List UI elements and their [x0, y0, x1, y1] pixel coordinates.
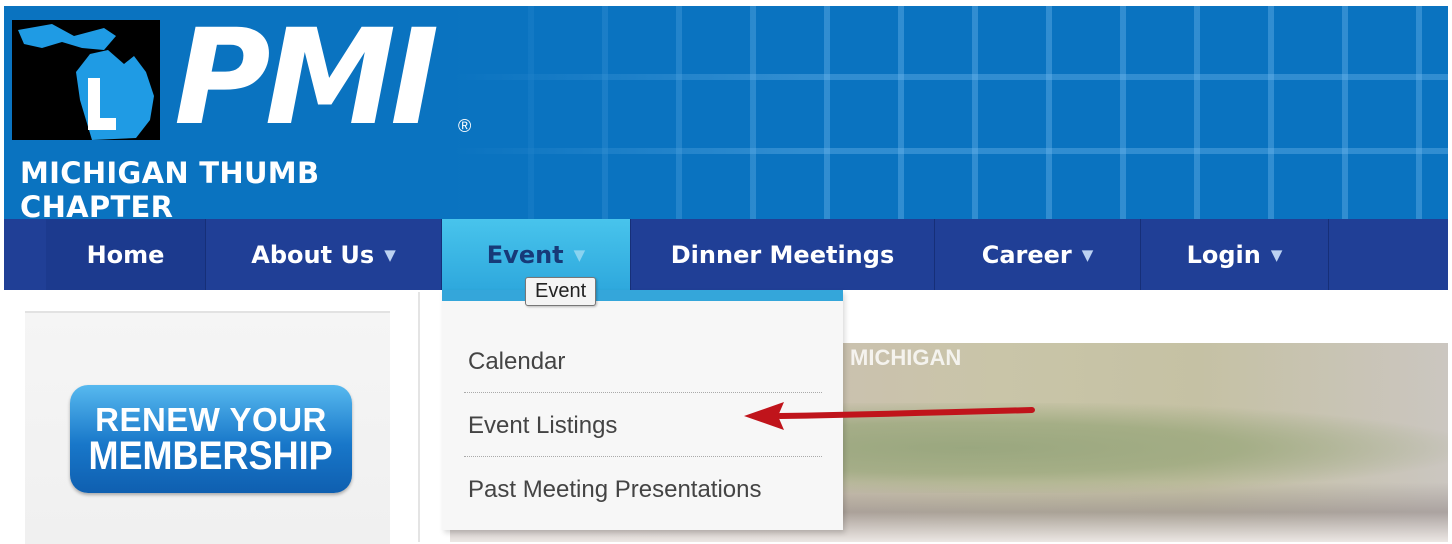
column-divider: [418, 292, 420, 542]
nav-career-label: Career: [981, 240, 1072, 269]
menu-item-past-meeting-presentations[interactable]: Past Meeting Presentations: [464, 459, 822, 521]
nav-about-us[interactable]: About Us ▼: [206, 219, 442, 290]
pmi-logo[interactable]: PMI ® MICHIGAN THUMB CHAPTER: [12, 6, 482, 219]
chevron-down-icon: ▼: [1270, 245, 1283, 264]
renew-membership-button[interactable]: RENEW YOUR MEMBERSHIP: [70, 385, 352, 493]
nav-home[interactable]: Home: [46, 219, 206, 290]
hero-caption: MICHIGAN: [850, 345, 962, 370]
main-nav: Home About Us ▼ Event ▼ Dinner Meetings …: [4, 219, 1448, 290]
nav-about-us-label: About Us: [251, 240, 375, 269]
registered-mark: ®: [458, 116, 472, 136]
nav-login-label: Login: [1186, 240, 1261, 269]
menu-item-label: Event Listings: [468, 411, 618, 439]
michigan-mitten-icon: [12, 20, 160, 140]
nav-career[interactable]: Career ▼: [935, 219, 1141, 290]
chapter-name: MICHIGAN THUMB CHAPTER: [20, 156, 320, 219]
chevron-down-icon: ▼: [384, 245, 396, 264]
nav-login[interactable]: Login ▼: [1141, 219, 1329, 290]
chevron-down-icon: ▼: [1081, 245, 1094, 264]
chevron-down-icon: ▼: [573, 245, 586, 264]
nav-dinner-meetings-label: Dinner Meetings: [670, 240, 895, 269]
pmi-logo-letters: PMI: [174, 6, 439, 155]
menu-item-label: Past Meeting Presentations: [468, 476, 762, 503]
nav-dinner-meetings[interactable]: Dinner Meetings: [631, 219, 935, 290]
menu-item-label: Calendar: [468, 347, 566, 375]
renew-line-2: MEMBERSHIP: [88, 433, 334, 478]
event-tooltip: Event: [525, 277, 597, 306]
nav-home-label: Home: [86, 240, 165, 269]
menu-item-calendar[interactable]: Calendar: [464, 331, 822, 393]
nav-event-label: Event: [486, 240, 564, 269]
renew-line-1: RENEW YOUR: [95, 400, 327, 438]
header-grid-pattern: [454, 6, 1448, 219]
red-arrow-icon: [744, 402, 1035, 430]
site-header: PMI ® MICHIGAN THUMB CHAPTER: [4, 6, 1448, 219]
